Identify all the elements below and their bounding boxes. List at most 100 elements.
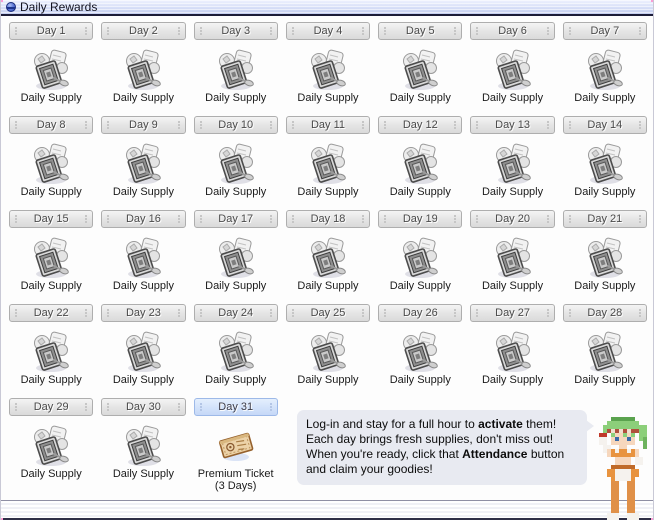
daily-supply-icon[interactable] bbox=[491, 236, 535, 280]
reward-label: Premium Ticket(3 Days) bbox=[198, 468, 274, 492]
daily-supply-icon[interactable] bbox=[306, 330, 350, 374]
day-button[interactable]: Day 9 bbox=[101, 116, 185, 134]
reward-label: Daily Supply bbox=[390, 280, 451, 292]
day-cell: Day 14 Daily Supply bbox=[563, 116, 647, 210]
day-button[interactable]: Day 14 bbox=[563, 116, 647, 134]
day-cell: Day 10 Daily Supply bbox=[194, 116, 278, 210]
day-button[interactable]: Day 10 bbox=[194, 116, 278, 134]
daily-supply-icon[interactable] bbox=[583, 236, 627, 280]
button-dots-right bbox=[454, 27, 456, 35]
daily-supply-icon[interactable] bbox=[121, 142, 165, 186]
day-button[interactable]: Day 29 bbox=[9, 398, 93, 416]
daily-supply-icon[interactable] bbox=[214, 236, 258, 280]
daily-supply-icon[interactable] bbox=[29, 236, 73, 280]
daily-supply-icon[interactable] bbox=[214, 142, 258, 186]
day-cell: Day 26 Daily Supply bbox=[378, 304, 462, 398]
daily-supply-icon[interactable] bbox=[583, 330, 627, 374]
daily-supply-icon[interactable] bbox=[29, 424, 73, 468]
day-cell: Day 1 Daily Supply bbox=[9, 22, 93, 116]
day-button[interactable]: Day 20 bbox=[470, 210, 554, 228]
day-cell: Day 2 Daily Supply bbox=[101, 22, 185, 116]
daily-supply-icon[interactable] bbox=[306, 48, 350, 92]
day-button[interactable]: Day 15 bbox=[9, 210, 93, 228]
day-button[interactable]: Day 17 bbox=[194, 210, 278, 228]
day-button[interactable]: Day 27 bbox=[470, 304, 554, 322]
day-button-label: Day 19 bbox=[386, 213, 454, 225]
daily-supply-icon[interactable] bbox=[121, 48, 165, 92]
reward-label: Daily Supply bbox=[205, 92, 266, 104]
day-button[interactable]: Day 24 bbox=[194, 304, 278, 322]
titlebar[interactable]: Daily Rewards bbox=[1, 0, 653, 16]
day-button[interactable]: Day 6 bbox=[470, 22, 554, 40]
npc-attendant-sprite[interactable] bbox=[591, 417, 654, 520]
daily-supply-icon[interactable] bbox=[306, 142, 350, 186]
day-button-label: Day 8 bbox=[17, 119, 85, 131]
day-button[interactable]: Day 21 bbox=[563, 210, 647, 228]
daily-supply-icon[interactable] bbox=[398, 236, 442, 280]
reward-label: Daily Supply bbox=[574, 280, 635, 292]
day-button[interactable]: Day 23 bbox=[101, 304, 185, 322]
day-button[interactable]: Day 2 bbox=[101, 22, 185, 40]
day-cell: Day 17 Daily Supply bbox=[194, 210, 278, 304]
day-button-label: Day 27 bbox=[478, 307, 546, 319]
day-cell: Day 27 Daily Supply bbox=[470, 304, 554, 398]
day-button[interactable]: Day 18 bbox=[286, 210, 370, 228]
day-button-label: Day 18 bbox=[294, 213, 362, 225]
day-button[interactable]: Day 22 bbox=[9, 304, 93, 322]
daily-supply-icon[interactable] bbox=[583, 48, 627, 92]
window-body: Day 1 Daily Supply Day 2 Daily Supply Da… bbox=[1, 16, 653, 498]
button-dots-right bbox=[85, 27, 87, 35]
daily-supply-icon[interactable] bbox=[491, 142, 535, 186]
day-button-label: Day 17 bbox=[202, 213, 270, 225]
window-orb-icon[interactable] bbox=[6, 2, 16, 12]
day-button[interactable]: Day 16 bbox=[101, 210, 185, 228]
daily-supply-icon[interactable] bbox=[29, 330, 73, 374]
day-button-label: Day 30 bbox=[109, 401, 177, 413]
info-text: Log-in and stay for a full hour to activ… bbox=[306, 417, 578, 477]
day-button[interactable]: Day 12 bbox=[378, 116, 462, 134]
day-button[interactable]: Day 30 bbox=[101, 398, 185, 416]
daily-supply-icon[interactable] bbox=[398, 330, 442, 374]
day-button[interactable]: Day 13 bbox=[470, 116, 554, 134]
day-button-label: Day 11 bbox=[294, 119, 362, 131]
daily-supply-icon[interactable] bbox=[398, 48, 442, 92]
day-button[interactable]: Day 26 bbox=[378, 304, 462, 322]
day-button[interactable]: Day 31 bbox=[194, 398, 278, 416]
daily-supply-icon[interactable] bbox=[29, 48, 73, 92]
daily-supply-icon[interactable] bbox=[121, 236, 165, 280]
daily-supply-icon[interactable] bbox=[214, 330, 258, 374]
daily-supply-icon[interactable] bbox=[29, 142, 73, 186]
daily-supply-icon[interactable] bbox=[306, 236, 350, 280]
day-button-label: Day 28 bbox=[571, 307, 639, 319]
daily-supply-icon[interactable] bbox=[491, 330, 535, 374]
reward-label: Daily Supply bbox=[390, 374, 451, 386]
day-cell: Day 21 Daily Supply bbox=[563, 210, 647, 304]
daily-supply-icon[interactable] bbox=[214, 48, 258, 92]
reward-label: Daily Supply bbox=[21, 468, 82, 480]
day-button[interactable]: Day 28 bbox=[563, 304, 647, 322]
day-cell: Day 28 Daily Supply bbox=[563, 304, 647, 398]
day-button[interactable]: Day 5 bbox=[378, 22, 462, 40]
day-button-label: Day 13 bbox=[478, 119, 546, 131]
daily-supply-icon[interactable] bbox=[398, 142, 442, 186]
day-button-label: Day 1 bbox=[17, 25, 85, 37]
daily-supply-icon[interactable] bbox=[121, 424, 165, 468]
day-button[interactable]: Day 19 bbox=[378, 210, 462, 228]
day-button[interactable]: Day 11 bbox=[286, 116, 370, 134]
premium-ticket-icon[interactable] bbox=[214, 424, 258, 468]
day-button[interactable]: Day 7 bbox=[563, 22, 647, 40]
day-cell: Day 24 Daily Supply bbox=[194, 304, 278, 398]
day-button-label: Day 15 bbox=[17, 213, 85, 225]
daily-supply-icon[interactable] bbox=[583, 142, 627, 186]
button-dots-right bbox=[547, 215, 549, 223]
day-button[interactable]: Day 1 bbox=[9, 22, 93, 40]
daily-supply-icon[interactable] bbox=[491, 48, 535, 92]
daily-supply-icon[interactable] bbox=[121, 330, 165, 374]
day-button[interactable]: Day 25 bbox=[286, 304, 370, 322]
day-button[interactable]: Day 8 bbox=[9, 116, 93, 134]
day-button-label: Day 24 bbox=[202, 307, 270, 319]
button-dots-right bbox=[362, 121, 364, 129]
day-cell: Day 15 Daily Supply bbox=[9, 210, 93, 304]
day-button[interactable]: Day 3 bbox=[194, 22, 278, 40]
day-button[interactable]: Day 4 bbox=[286, 22, 370, 40]
